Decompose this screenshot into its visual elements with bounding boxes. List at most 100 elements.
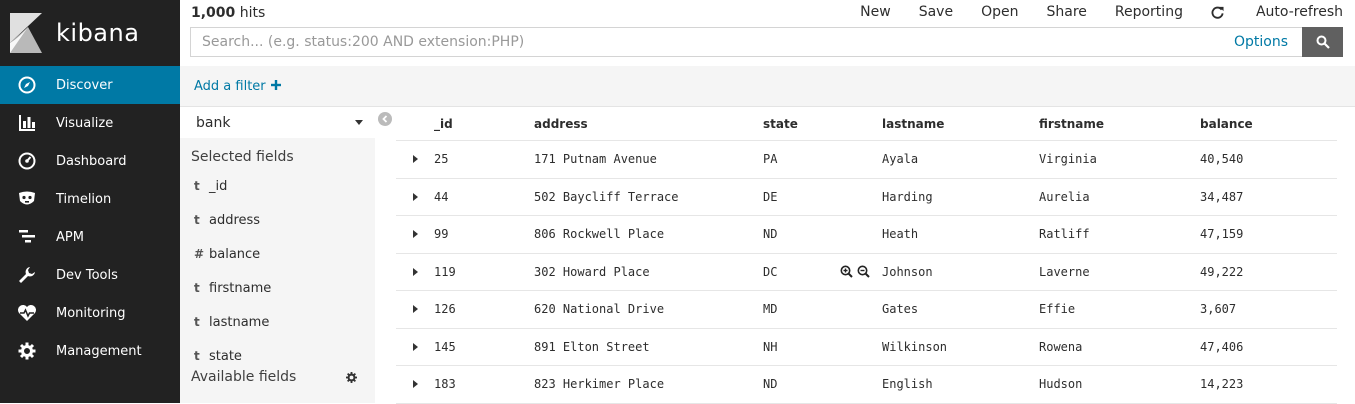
- caret-right-icon: [412, 155, 418, 164]
- cell-lastname: Wilkinson: [882, 339, 948, 354]
- auto-refresh-button[interactable]: Auto-refresh: [1211, 4, 1343, 20]
- field-item-lastname[interactable]: t lastname: [180, 305, 375, 339]
- filter-out-value-icon[interactable]: [857, 265, 870, 278]
- field-name: address: [209, 212, 261, 228]
- caret-right-icon: [412, 380, 418, 389]
- sidebar-item-management[interactable]: Management: [0, 332, 180, 370]
- sidebar-item-monitoring[interactable]: Monitoring: [0, 294, 180, 332]
- caret-right-icon: [412, 305, 418, 314]
- field-type-badge: t: [194, 179, 200, 193]
- share-button[interactable]: Share: [1046, 4, 1086, 20]
- sidebar-item-discover[interactable]: Discover: [0, 66, 180, 104]
- cell-address: 891 Elton Street: [534, 339, 650, 354]
- collapse-sidebar-button[interactable]: [378, 112, 392, 126]
- bar-chart-icon: [17, 113, 37, 133]
- kibana-logo[interactable]: kibana: [0, 0, 180, 66]
- column-header-state[interactable]: state: [763, 117, 882, 131]
- cell-lastname: Heath: [882, 227, 919, 242]
- expand-row-button[interactable]: [396, 230, 434, 239]
- cell-lastname: Harding: [882, 189, 933, 204]
- expand-row-button[interactable]: [396, 155, 434, 164]
- field-name: _id: [209, 178, 228, 194]
- field-type-badge: t: [194, 349, 200, 363]
- reporting-button[interactable]: Reporting: [1115, 4, 1183, 20]
- cell-balance: 47,406: [1200, 339, 1244, 354]
- caret-right-icon: [412, 342, 418, 351]
- field-item-address[interactable]: t address: [180, 203, 375, 237]
- field-item-id[interactable]: t _id: [180, 169, 375, 203]
- timelion-mask-icon: [17, 189, 37, 209]
- field-list-panel: bank Selected fields t _id t address # balanc…: [180, 107, 375, 403]
- caret-down-icon: [355, 120, 363, 125]
- cell-firstname: Virginia: [1039, 152, 1097, 167]
- cell-value: DC: [763, 264, 778, 279]
- expand-row-button[interactable]: [396, 342, 434, 351]
- table-row[interactable]: 25 171 Putnam Avenue PA Ayala Virginia 40,540: [396, 141, 1337, 179]
- cell-address: 171 Putnam Avenue: [534, 152, 657, 167]
- sidebar-item-label: Dev Tools: [56, 267, 118, 283]
- top-bar: 1,000 hits New Save Open Share Reporting…: [180, 0, 1355, 66]
- gear-icon: [17, 341, 37, 361]
- cell-address: 302 Howard Place: [534, 264, 650, 279]
- column-header-address[interactable]: address: [534, 117, 763, 131]
- options-button[interactable]: Options: [1234, 34, 1288, 50]
- app-name: kibana: [56, 19, 140, 47]
- filter-for-value-icon[interactable]: [840, 265, 853, 278]
- field-type-badge: t: [194, 281, 200, 295]
- cell-address: 620 National Drive: [534, 302, 665, 317]
- field-name: firstname: [209, 280, 272, 296]
- new-button[interactable]: New: [860, 4, 891, 20]
- hits-count: 1,000 hits: [191, 5, 265, 21]
- expand-row-button[interactable]: [396, 305, 434, 314]
- wrench-icon: [17, 265, 37, 285]
- sidebar-item-apm[interactable]: APM: [0, 218, 180, 256]
- table-row[interactable]: 126 620 National Drive MD Gates Effie 3,607: [396, 291, 1337, 329]
- search-button[interactable]: [1302, 27, 1343, 57]
- caret-right-icon: [412, 267, 418, 276]
- cell-firstname: Laverne: [1039, 264, 1090, 279]
- sidebar-item-visualize[interactable]: Visualize: [0, 104, 180, 142]
- open-button[interactable]: Open: [981, 4, 1018, 20]
- cell-state: DC: [763, 265, 882, 279]
- field-name: lastname: [209, 314, 270, 330]
- table-row[interactable]: 99 806 Rockwell Place ND Heath Ratliff 47,159: [396, 216, 1337, 254]
- sidebar-item-label: Dashboard: [56, 153, 127, 169]
- sidebar-item-timelion[interactable]: Timelion: [0, 180, 180, 218]
- add-filter-button[interactable]: Add a filter: [194, 79, 281, 94]
- column-header-firstname[interactable]: firstname: [1039, 117, 1200, 131]
- column-header-lastname[interactable]: lastname: [882, 117, 1039, 131]
- cell-firstname: Aurelia: [1039, 189, 1090, 204]
- table-row[interactable]: 145 891 Elton Street NH Wilkinson Rowena 47,4…: [396, 329, 1337, 366]
- kibana-logo-icon: [10, 13, 42, 53]
- expand-row-button[interactable]: [396, 267, 434, 276]
- cell-id: 25: [434, 152, 449, 167]
- column-header-id[interactable]: _id: [434, 117, 534, 131]
- caret-right-icon: [412, 230, 418, 239]
- table-header: _id address state lastname firstname bal…: [396, 107, 1337, 141]
- cell-balance: 47,159: [1200, 227, 1244, 242]
- index-pattern-select[interactable]: bank: [180, 107, 375, 138]
- cell-balance: 49,222: [1200, 264, 1244, 279]
- field-item-state[interactable]: t state: [180, 339, 375, 373]
- search-input[interactable]: [191, 34, 1234, 50]
- chevron-left-icon: [382, 115, 388, 123]
- table-row[interactable]: 183 823 Herkimer Place ND English Hudson 14,2…: [396, 366, 1337, 404]
- refresh-icon: [1211, 6, 1224, 19]
- expand-row-button[interactable]: [396, 192, 434, 201]
- save-button[interactable]: Save: [919, 4, 953, 20]
- field-type-badge: t: [194, 213, 200, 227]
- field-name: balance: [209, 246, 261, 262]
- column-header-balance[interactable]: balance: [1200, 117, 1337, 131]
- gear-icon[interactable]: [346, 371, 357, 383]
- cell-state: ND: [763, 377, 778, 392]
- cell-id: 126: [434, 302, 456, 317]
- sidebar-item-dev-tools[interactable]: Dev Tools: [0, 256, 180, 294]
- cell-state: PA: [763, 152, 778, 167]
- expand-row-button[interactable]: [396, 380, 434, 389]
- field-item-balance[interactable]: # balance: [180, 237, 375, 271]
- table-row[interactable]: 119 302 Howard Place DC Johnson Laverne 49,22…: [396, 254, 1337, 291]
- table-row[interactable]: 44 502 Baycliff Terrace DE Harding Aurelia 34…: [396, 179, 1337, 216]
- sidebar-item-dashboard[interactable]: Dashboard: [0, 142, 180, 180]
- field-item-firstname[interactable]: t firstname: [180, 271, 375, 305]
- cell-lastname: Johnson: [882, 264, 933, 279]
